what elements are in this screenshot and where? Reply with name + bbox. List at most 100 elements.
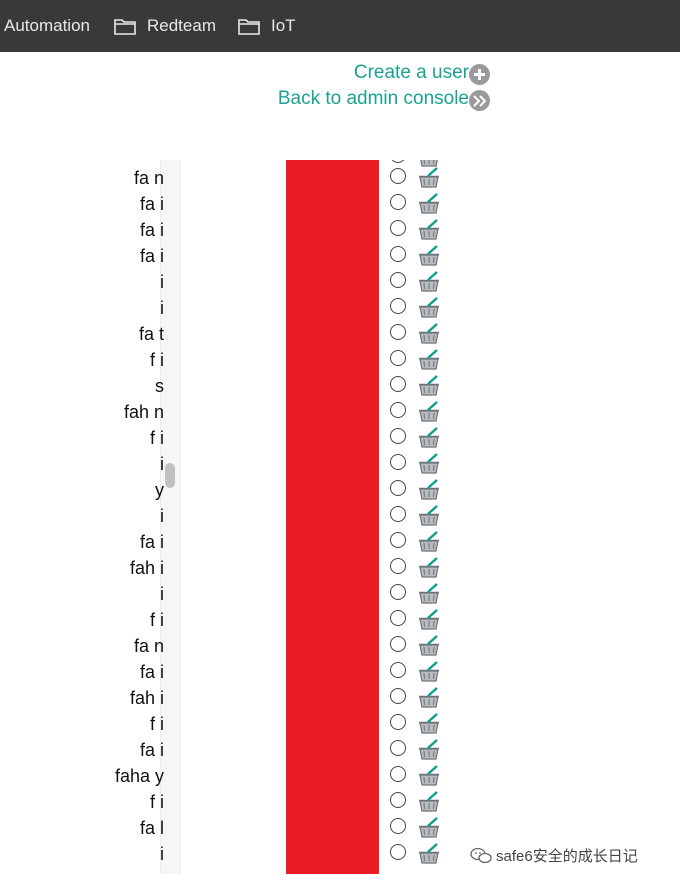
user-name: y: [155, 480, 164, 500]
user-radio[interactable]: [390, 428, 406, 444]
delete-basket-icon[interactable]: [417, 426, 441, 450]
user-radio[interactable]: [390, 298, 406, 314]
user-name: i: [160, 584, 164, 604]
user-row: i: [0, 581, 460, 607]
user-row: fa i: [0, 737, 460, 763]
delete-basket-icon[interactable]: [417, 192, 441, 216]
delete-basket-icon[interactable]: [417, 842, 441, 866]
user-radio[interactable]: [390, 558, 406, 574]
create-user-label: Create a user: [353, 61, 469, 83]
user-radio[interactable]: [390, 480, 406, 496]
user-radio[interactable]: [390, 506, 406, 522]
user-radio[interactable]: [390, 168, 406, 184]
user-radio[interactable]: [390, 402, 406, 418]
bookmark-redteam[interactable]: Redteam: [114, 0, 216, 52]
user-row: fa i: [0, 243, 460, 269]
create-user-link[interactable]: Create a user: [354, 60, 490, 85]
wechat-icon: [470, 847, 492, 863]
user-name: i: [160, 454, 164, 474]
user-row: fah i: [0, 555, 460, 581]
user-name: fa i: [139, 194, 164, 214]
user-row: fa i: [0, 191, 460, 217]
user-name: i: [160, 272, 164, 292]
delete-basket-icon[interactable]: [417, 322, 441, 346]
plus-circle-icon[interactable]: [469, 64, 490, 85]
delete-basket-icon[interactable]: [417, 790, 441, 814]
user-radio[interactable]: [390, 160, 406, 163]
delete-basket-icon[interactable]: [417, 582, 441, 606]
delete-basket-icon[interactable]: [417, 244, 441, 268]
user-row: f i: [0, 347, 460, 373]
bookmarks-bar: Automation Redteam IoT: [0, 0, 680, 52]
user-radio[interactable]: [390, 818, 406, 834]
user-name: f i: [149, 350, 164, 370]
delete-basket-icon[interactable]: [417, 556, 441, 580]
user-name: f i: [149, 714, 164, 734]
user-name: i: [160, 844, 164, 864]
plus-glyph-icon: [474, 69, 485, 80]
delete-basket-icon[interactable]: [417, 634, 441, 658]
user-radio[interactable]: [390, 246, 406, 262]
user-radio[interactable]: [390, 324, 406, 340]
user-radio[interactable]: [390, 454, 406, 470]
user-row: f i: [0, 711, 460, 737]
delete-basket-icon[interactable]: [417, 608, 441, 632]
delete-basket-icon[interactable]: [417, 686, 441, 710]
user-row: y: [0, 477, 460, 503]
delete-basket-icon[interactable]: [417, 504, 441, 528]
delete-basket-icon[interactable]: [417, 764, 441, 788]
user-radio[interactable]: [390, 376, 406, 392]
delete-basket-icon[interactable]: [417, 660, 441, 684]
user-radio[interactable]: [390, 220, 406, 236]
user-name: faha y: [114, 766, 164, 786]
double-chevron-circle-icon[interactable]: [469, 90, 490, 111]
user-radio[interactable]: [390, 636, 406, 652]
user-row: fa l: [0, 815, 460, 841]
delete-basket-icon[interactable]: [417, 166, 441, 190]
user-name: fa n: [133, 636, 164, 656]
user-radio[interactable]: [390, 610, 406, 626]
user-row: fah i: [0, 685, 460, 711]
delete-basket-icon[interactable]: [417, 712, 441, 736]
delete-basket-icon[interactable]: [417, 374, 441, 398]
user-radio[interactable]: [390, 740, 406, 756]
user-name: fa i: [139, 246, 164, 266]
user-name: fa i: [139, 740, 164, 760]
user-radio[interactable]: [390, 792, 406, 808]
user-name: fa i: [139, 662, 164, 682]
redaction-block: [286, 160, 379, 874]
folder-icon: [114, 19, 136, 35]
user-radio[interactable]: [390, 766, 406, 782]
delete-basket-icon[interactable]: [417, 530, 441, 554]
bookmark-iot[interactable]: IoT: [238, 0, 296, 52]
user-radio[interactable]: [390, 662, 406, 678]
user-row: fa i: [0, 217, 460, 243]
delete-basket-icon[interactable]: [417, 738, 441, 762]
bookmark-automation[interactable]: Automation: [4, 0, 90, 52]
delete-basket-icon[interactable]: [417, 400, 441, 424]
user-radio[interactable]: [390, 714, 406, 730]
user-radio[interactable]: [390, 584, 406, 600]
user-name: fah i: [129, 558, 164, 578]
delete-basket-icon[interactable]: [417, 452, 441, 476]
user-name: i: [160, 506, 164, 526]
user-radio[interactable]: [390, 194, 406, 210]
user-row: f i: [0, 607, 460, 633]
delete-basket-icon[interactable]: [417, 478, 441, 502]
delete-basket-icon[interactable]: [417, 218, 441, 242]
user-row: s: [0, 373, 460, 399]
back-to-admin-console-link[interactable]: Back to admin console: [278, 86, 490, 111]
delete-basket-icon[interactable]: [417, 816, 441, 840]
user-radio[interactable]: [390, 844, 406, 860]
watermark: safe6安全的成长日记: [470, 845, 638, 866]
user-radio[interactable]: [390, 272, 406, 288]
user-row: fa i: [0, 529, 460, 555]
user-radio[interactable]: [390, 350, 406, 366]
delete-basket-icon[interactable]: [417, 296, 441, 320]
user-radio[interactable]: [390, 688, 406, 704]
delete-basket-icon[interactable]: [417, 348, 441, 372]
user-name: fa l: [139, 818, 164, 838]
user-radio[interactable]: [390, 532, 406, 548]
delete-basket-icon[interactable]: [417, 270, 441, 294]
user-row: i: [0, 451, 460, 477]
